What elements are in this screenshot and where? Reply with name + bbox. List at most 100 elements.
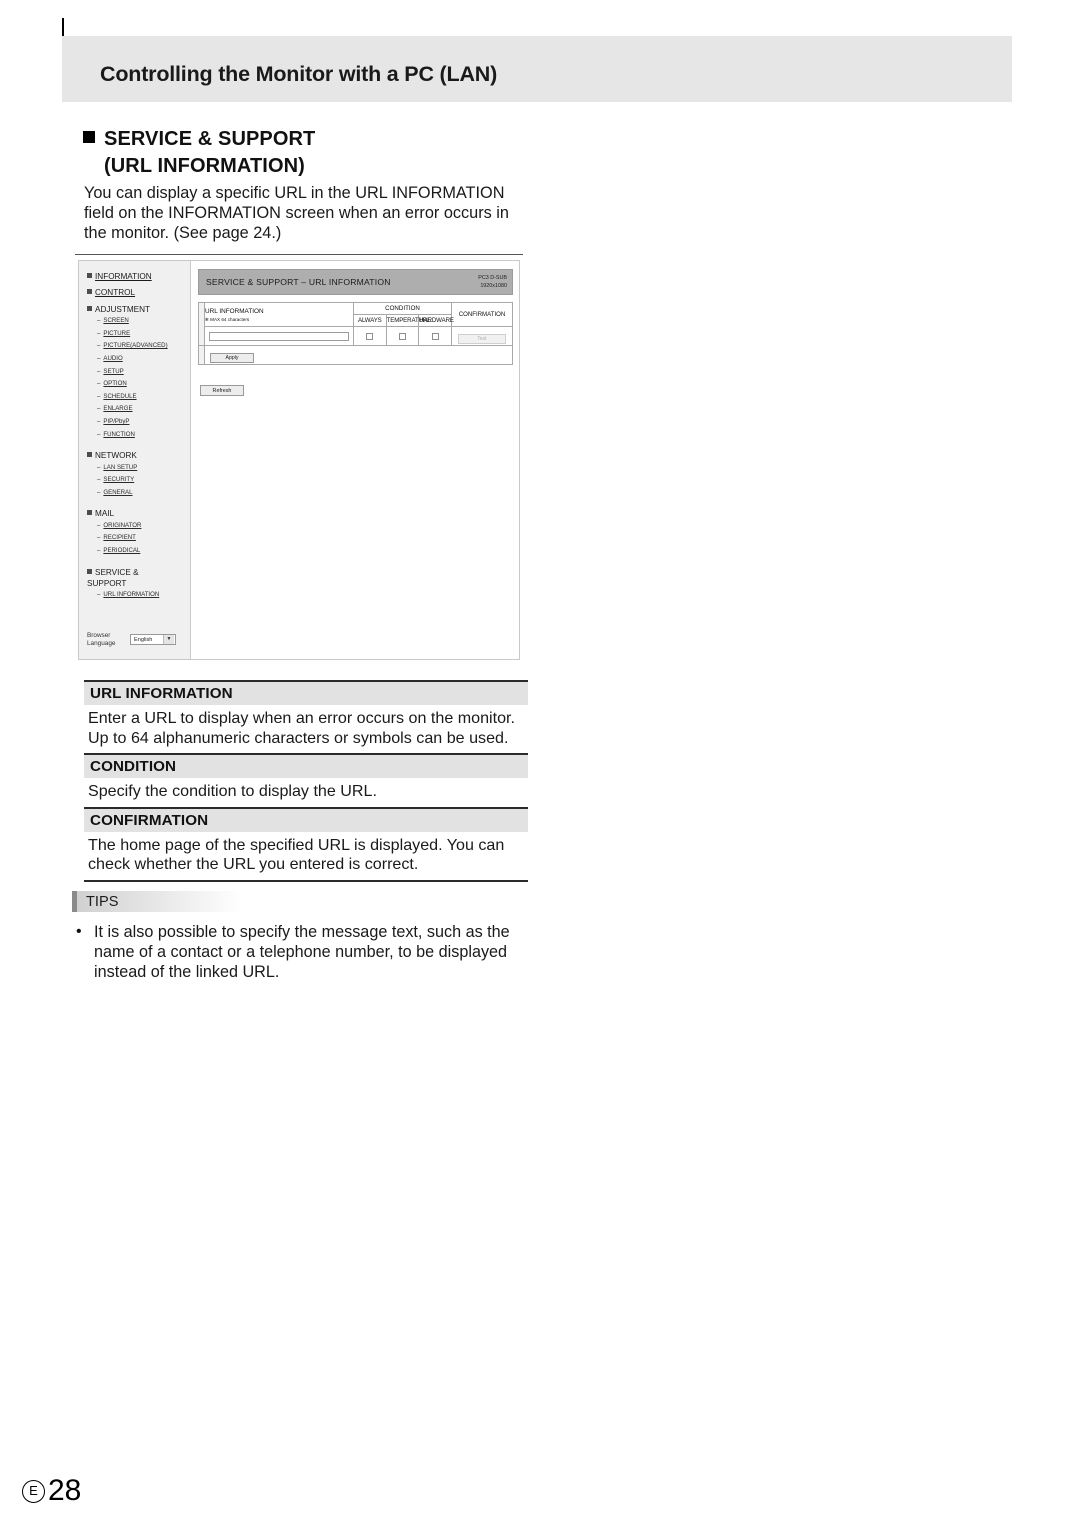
sidebar-item-audio[interactable]: – AUDIO [83, 353, 190, 366]
sidebar-item-schedule[interactable]: – SCHEDULE [83, 391, 190, 404]
sidebar-item-adjustment[interactable]: ADJUSTMENT [83, 304, 190, 315]
nav-square-icon [87, 289, 92, 295]
sidebar-item-information[interactable]: INFORMATION [83, 271, 190, 282]
sidebar-item-network[interactable]: NETWORK [83, 450, 190, 461]
sidebar-item-label: OPTION [103, 380, 127, 388]
browser-language-value: English [134, 636, 153, 643]
nav-group-information: INFORMATION [83, 271, 190, 282]
checkbox-always[interactable] [366, 333, 374, 340]
sidebar-item-enlarge[interactable]: – ENLARGE [83, 403, 190, 416]
sidebar-item-label: ADJUSTMENT [95, 304, 151, 314]
dash-icon: – [97, 546, 101, 554]
dash-icon: – [97, 405, 101, 413]
chevron-down-icon[interactable]: ▼ [163, 635, 174, 645]
bullet-square-icon [83, 131, 95, 143]
sidebar-item-mail[interactable]: MAIL [83, 508, 190, 519]
sidebar-item-recipient[interactable]: – RECIPIENT [83, 532, 190, 545]
definitions-list: URL INFORMATION Enter a URL to display w… [84, 680, 528, 882]
refresh-button[interactable]: Refresh [200, 385, 244, 396]
edition-mark-icon: E [22, 1479, 45, 1503]
test-button-cell: Test [451, 326, 513, 346]
sidebar-item-security[interactable]: – SECURITY [83, 474, 190, 487]
sidebar-item-label: ORIGINATOR [103, 521, 142, 529]
sidebar-item-general[interactable]: – GENERAL [83, 487, 190, 500]
dash-icon: – [97, 430, 101, 438]
definition-desc-confirmation: The home page of the specified URL is di… [84, 832, 528, 882]
sidebar-item-originator[interactable]: – ORIGINATOR [83, 520, 190, 533]
sidebar-item-label: SCREEN [103, 317, 129, 325]
dash-icon: – [97, 367, 101, 375]
definition-desc-condition: Specify the condition to display the URL… [88, 782, 377, 801]
sidebar-item-label: PERIODICAL [103, 546, 141, 554]
sidebar-item-url-information[interactable]: – URL INFORMATION [83, 589, 190, 602]
header-url-information: URL INFORMATION ✻ MAX 64 characters [204, 302, 354, 327]
test-button[interactable]: Test [458, 334, 506, 344]
header-always: ALWAYS [353, 314, 387, 327]
url-input-cell [204, 326, 354, 346]
sidebar-item-screen[interactable]: – SCREEN [83, 315, 190, 328]
tips-list-item: • It is also possible to specify the mes… [72, 922, 528, 983]
sidebar-item-label: GENERAL [103, 488, 133, 496]
url-information-table: URL INFORMATION ✻ MAX 64 characters COND… [198, 302, 513, 365]
panel-source-info: PC3 D-SUB 1920x1080 [478, 274, 507, 290]
panel-source-label: PC3 D-SUB [478, 275, 507, 281]
sidebar-item-service-support[interactable]: SERVICE & SUPPORT [83, 567, 190, 590]
dash-icon: – [97, 392, 101, 400]
sidebar-item-label: PIP/PbyP [103, 417, 130, 425]
tips-header-bar: TIPS [72, 891, 242, 912]
sidebar-item-lan-setup[interactable]: – LAN SETUP [83, 462, 190, 475]
header-hardware: HARDWARE [418, 314, 454, 327]
apply-button[interactable]: Apply [210, 353, 254, 363]
dash-icon: – [97, 521, 101, 529]
dash-icon: – [97, 417, 101, 425]
sidebar-item-label: SECURITY [103, 476, 135, 484]
nav-group-adjustment: ADJUSTMENT – SCREEN – PICTURE – PICTURE(ADV… [83, 304, 190, 441]
browser-language-select[interactable]: English ▼ [130, 634, 176, 646]
sidebar-item-periodical[interactable]: – PERIODICAL [83, 545, 190, 558]
url-input[interactable] [209, 331, 349, 341]
nav-group-service-support: SERVICE & SUPPORT – URL INFORMATION [83, 567, 190, 602]
sidebar-item-picture[interactable]: – PICTURE [83, 328, 190, 341]
sidebar-item-pip-pbyp[interactable]: – PIP/PbyP [83, 416, 190, 429]
checkbox-cell-temperature [385, 326, 420, 346]
panel-title-text: SERVICE & SUPPORT – URL INFORMATION [206, 277, 391, 287]
definition-term-url-information: URL INFORMATION [84, 680, 528, 705]
sidebar-item-control[interactable]: CONTROL [83, 287, 190, 298]
browser-language-row: Browser Language English ▼ [87, 632, 187, 648]
sidebar-item-label: SETUP [103, 367, 124, 375]
sidebar-item-label: RECIPIENT [103, 534, 136, 542]
sidebar-item-label: MAIL [95, 509, 115, 519]
dash-icon: – [97, 380, 101, 388]
nav-square-icon [87, 568, 92, 574]
dash-icon: – [97, 534, 101, 542]
checkbox-temperature[interactable] [398, 333, 406, 340]
dash-icon: – [97, 488, 101, 496]
definition-term-confirmation: CONFIRMATION [84, 806, 528, 832]
dash-icon: – [97, 476, 101, 484]
sidebar-item-picture-advanced[interactable]: – PICTURE(ADVANCED) [83, 340, 190, 353]
nav-group-mail: MAIL – ORIGINATOR – RECIPIENT – PERIODICAL [83, 508, 190, 557]
sidebar-item-label: ENLARGE [103, 405, 133, 413]
sidebar-item-setup[interactable]: – SETUP [83, 366, 190, 379]
sidebar-item-option[interactable]: – OPTION [83, 378, 190, 391]
header-confirmation: CONFIRMATION [451, 302, 513, 327]
tips-section: TIPS • It is also possible to specify th… [72, 891, 528, 983]
tips-item-text: It is also possible to specify the messa… [94, 923, 510, 982]
definition-desc-url-information: Enter a URL to display when an error occ… [88, 709, 515, 747]
sidebar-item-label-2: SUPPORT [87, 578, 127, 588]
nav-square-icon [87, 305, 92, 311]
dash-icon: – [97, 591, 101, 599]
nav-square-icon [87, 273, 92, 278]
sidebar-item-label: FUNCTION [103, 430, 135, 438]
sidebar-item-label: SERVICE & [95, 567, 139, 577]
sidebar-item-function[interactable]: – FUNCTION [83, 429, 190, 442]
header-url-title: URL INFORMATION [205, 307, 264, 315]
table-header-row-1: URL INFORMATION ✻ MAX 64 characters COND… [198, 302, 513, 346]
page-footer: E 28 [22, 1476, 81, 1506]
checkbox-hardware[interactable] [431, 333, 439, 340]
sidebar-item-label: SCHEDULE [103, 392, 137, 400]
sidebar-item-label: INFORMATION [95, 272, 152, 281]
dash-icon: – [97, 463, 101, 471]
table-apply-row: Apply [198, 345, 513, 365]
section-heading-line1: SERVICE & SUPPORT [104, 128, 316, 150]
